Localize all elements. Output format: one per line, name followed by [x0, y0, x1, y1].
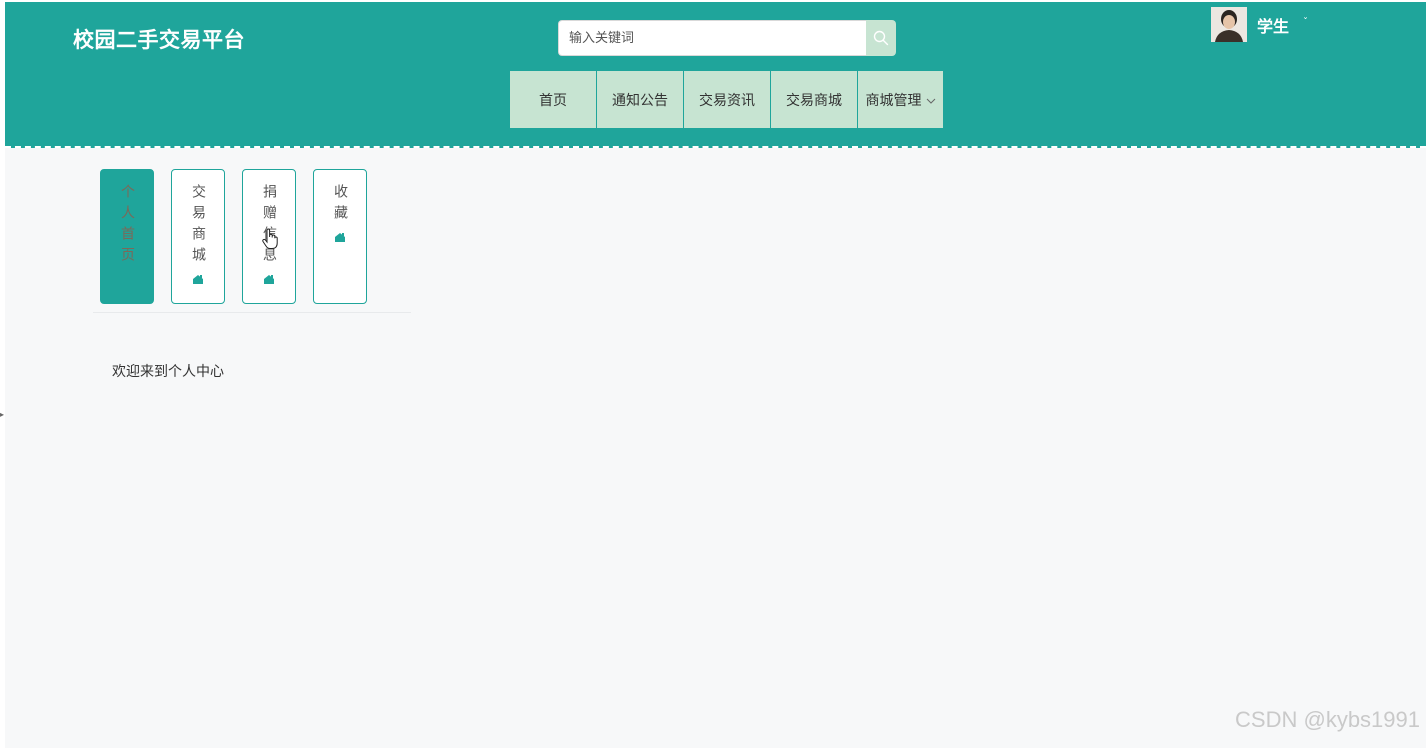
page: 校园二手交易平台 学生 ˇ — [0, 0, 1426, 748]
welcome-text: 欢迎来到个人中心 — [112, 364, 224, 380]
search-button[interactable] — [866, 20, 896, 56]
tab-label: 捐赠信息 — [261, 184, 277, 268]
main-nav: 首页 通知公告 交易资讯 交易商城 商城管理 — [510, 71, 943, 128]
user-menu[interactable]: 学生 ˇ — [1211, 7, 1308, 42]
nav-item-label: 交易资讯 — [699, 92, 755, 109]
house-icon — [263, 270, 275, 289]
chevron-down-icon — [926, 92, 936, 108]
house-icon — [334, 228, 346, 247]
search-icon — [873, 30, 889, 46]
chevron-down-icon[interactable]: ˇ — [1303, 17, 1308, 28]
tab-trade-mall[interactable]: 交易商城 — [171, 169, 225, 304]
hand-cursor-icon — [261, 228, 279, 254]
chevron-right-icon: ▸ — [0, 410, 5, 419]
nav-item-trade-news[interactable]: 交易资讯 — [684, 71, 770, 128]
tab-favorites[interactable]: 收藏 — [313, 169, 367, 304]
site-title[interactable]: 校园二手交易平台 — [73, 24, 245, 54]
nav-item-trade-mall[interactable]: 交易商城 — [771, 71, 857, 128]
nav-item-notices[interactable]: 通知公告 — [597, 71, 683, 128]
search-input[interactable] — [558, 20, 866, 56]
tab-personal-home[interactable]: 个人首页 — [100, 169, 154, 304]
avatar[interactable] — [1211, 7, 1247, 42]
nav-item-label: 通知公告 — [612, 92, 668, 109]
nav-item-home[interactable]: 首页 — [510, 71, 596, 128]
header: 校园二手交易平台 学生 ˇ — [5, 2, 1426, 148]
tab-label: 交易商城 — [190, 184, 206, 268]
tabs-divider — [93, 312, 411, 313]
house-icon — [192, 270, 204, 289]
nav-item-mall-management[interactable]: 商城管理 — [858, 71, 943, 128]
nav-item-label: 商城管理 — [865, 92, 922, 109]
user-name[interactable]: 学生 — [1257, 13, 1289, 37]
watermark: CSDN @kybs1991 — [1235, 707, 1420, 732]
tab-label: 个人首页 — [119, 184, 135, 268]
nav-item-label: 首页 — [539, 92, 567, 109]
tab-label: 收藏 — [332, 184, 348, 226]
nav-item-label: 交易商城 — [786, 92, 842, 109]
search-bar — [558, 20, 896, 56]
